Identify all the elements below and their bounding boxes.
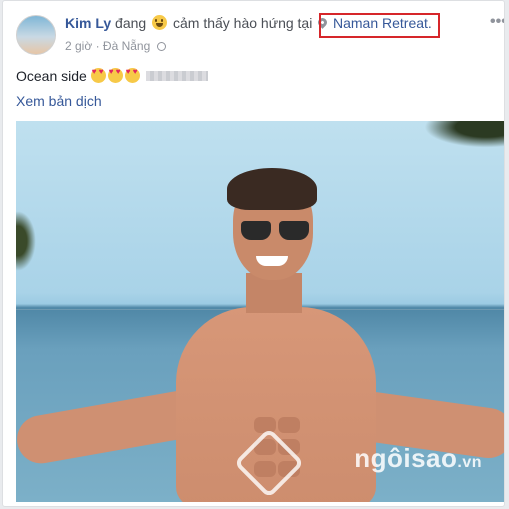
heart-eyes-icon [107,67,123,83]
watermark-text: ngôisao [354,443,458,473]
globe-icon[interactable] [156,42,166,51]
header-prefix: đang [115,15,147,31]
heart-eyes-icon [90,67,106,83]
person-smile [256,256,288,266]
watermark: ngôisao.vn [354,443,482,474]
post-header: Kim Ly đang cảm thấy hào hứng tại [65,15,312,31]
post-location[interactable]: Đà Nẵng [103,39,150,53]
post-time[interactable]: 2 giờ [65,39,92,53]
palm-leaves [414,121,504,151]
person-hair [227,168,317,210]
author-name[interactable]: Kim Ly [65,15,111,31]
palm-leaves-left [16,211,36,271]
post-photo[interactable]: ngôisao.vn [16,121,504,502]
blurred-text [145,71,208,81]
status-text: Ocean side [16,67,208,84]
watermark-suffix: .vn [457,454,482,471]
place-highlight-box [319,13,440,38]
more-options-icon[interactable]: ••• [490,14,504,30]
post-card: Kim Ly đang cảm thấy hào hứng tại Naman … [2,0,505,507]
heart-eyes-icon [124,67,140,83]
meta-separator: · [95,39,100,53]
happy-face-icon [152,15,168,30]
see-translation-link[interactable]: Xem bản dịch [16,93,102,109]
feeling-text: cảm thấy hào hứng tại [172,15,313,31]
status-message: Ocean side [16,68,87,84]
author-avatar[interactable] [16,15,56,55]
post-meta: 2 giờ · Đà Nẵng [65,39,166,53]
sunglasses-icon [241,221,309,241]
